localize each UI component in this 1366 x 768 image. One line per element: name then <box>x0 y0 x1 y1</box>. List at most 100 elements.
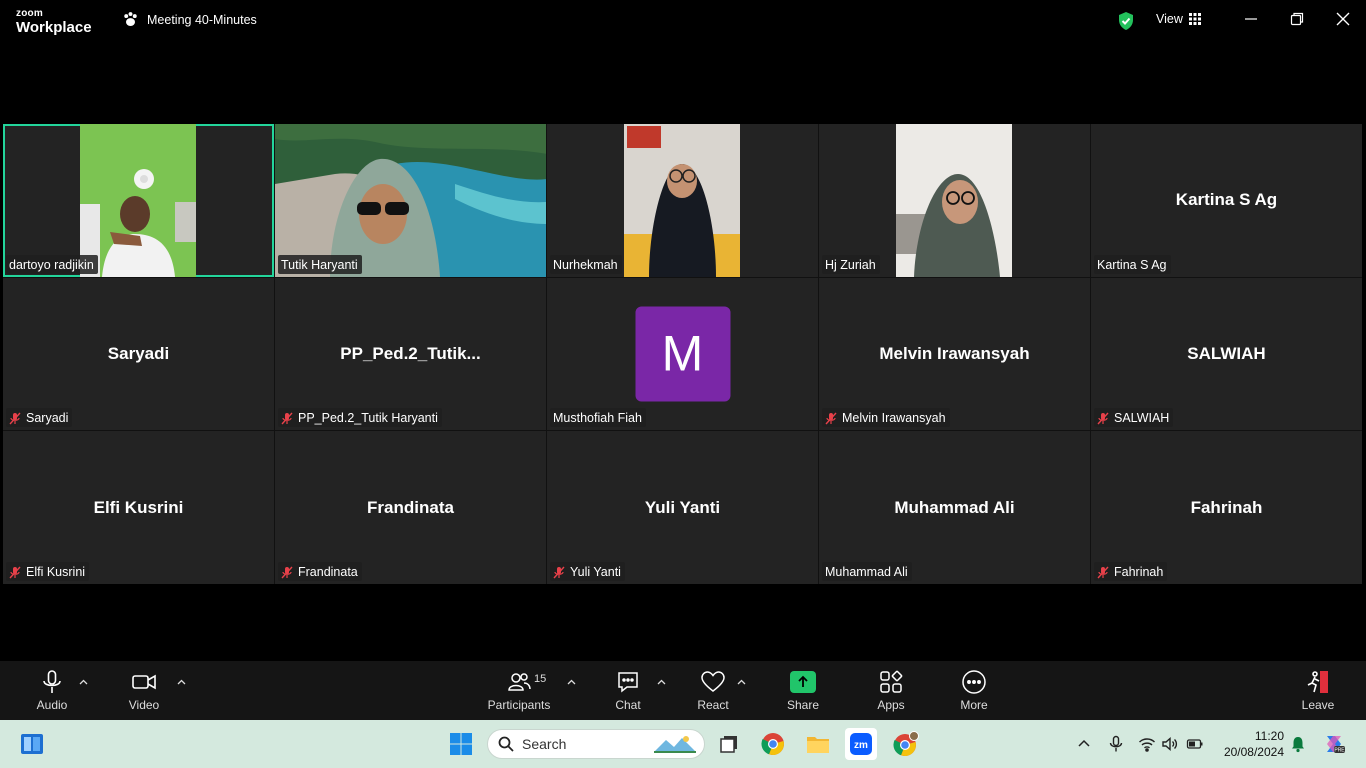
search-icon <box>498 736 514 752</box>
participant-tile[interactable]: M Musthofiah Fiah <box>547 277 818 431</box>
svg-text:zm: zm <box>854 740 868 751</box>
windows-taskbar: Search zm 11:20 20/08/2024 PRE <box>0 720 1366 768</box>
participant-nametag: Melvin Irawansyah <box>822 408 950 428</box>
participant-tile[interactable]: Elfi Kusrini Elfi Kusrini <box>3 431 274 584</box>
chrome-taskbar-button[interactable] <box>757 728 789 760</box>
participant-tile[interactable]: Fahrinah Fahrinah <box>1091 431 1362 584</box>
react-button[interactable]: React <box>681 669 745 712</box>
battery-icon[interactable] <box>1186 735 1204 753</box>
video-options-chevron-icon[interactable] <box>177 678 186 687</box>
video-feed-image <box>896 124 1012 277</box>
chat-button[interactable]: Chat <box>596 669 660 712</box>
apps-label: Apps <box>877 698 905 712</box>
share-button[interactable]: Share <box>771 669 835 712</box>
participant-tile[interactable]: Saryadi Saryadi <box>3 277 274 431</box>
folder-icon <box>807 737 829 753</box>
participant-nametag: Fahrinah <box>1094 562 1168 581</box>
muted-mic-icon <box>281 566 293 578</box>
participant-name: Yuli Yanti <box>570 565 621 579</box>
video-feed-image <box>624 124 740 277</box>
show-hidden-icons-chevron-icon[interactable] <box>1075 735 1093 753</box>
search-highlight-illustration-icon <box>654 736 696 753</box>
clock-date: 20/08/2024 <box>1223 745 1284 759</box>
participant-name: PP_Ped.2_Tutik Haryanti <box>298 411 438 426</box>
participant-video <box>624 124 740 277</box>
participant-tile[interactable]: Hj Zuriah <box>819 124 1090 277</box>
participant-video <box>275 124 546 277</box>
participant-name: Frandinata <box>298 565 358 579</box>
title-bar: zoom Workplace Meeting 40-Minutes View <box>0 0 1366 44</box>
copilot-icon[interactable]: PRE <box>1322 732 1346 756</box>
minimize-icon[interactable] <box>1244 12 1258 26</box>
participant-display-name: SALWIAH <box>1187 343 1266 363</box>
participant-tile[interactable]: Tutik Haryanti <box>275 124 546 277</box>
participant-tile[interactable]: dartoyo radjikin <box>3 124 274 277</box>
notification-bell-icon[interactable] <box>1289 735 1307 753</box>
windows-logo-icon <box>450 733 472 755</box>
participant-nametag: Musthofiah Fiah <box>550 408 646 428</box>
apps-button[interactable]: Apps <box>859 669 923 712</box>
participant-display-name: Saryadi <box>107 343 170 363</box>
chrome-profile-icon <box>893 731 919 757</box>
avatar: M <box>635 306 730 402</box>
audio-button[interactable]: Audio <box>20 669 84 712</box>
react-options-chevron-icon[interactable] <box>737 678 746 687</box>
widgets-button[interactable] <box>16 728 48 760</box>
meeting-toolbar: Audio Video Participants 15 Chat React S… <box>0 661 1366 720</box>
start-button[interactable] <box>445 728 477 760</box>
participant-nametag: Nurhekmah <box>550 254 622 274</box>
participant-nametag: Frandinata <box>278 562 362 581</box>
microphone-tray-icon[interactable] <box>1107 735 1125 753</box>
participant-tile[interactable]: SALWIAH SALWIAH <box>1091 277 1362 431</box>
apps-icon <box>880 670 903 693</box>
meeting-info[interactable]: Meeting 40-Minutes <box>122 11 257 28</box>
chrome-profile-taskbar-button[interactable] <box>890 728 922 760</box>
leave-door-icon <box>1307 671 1328 693</box>
participants-label: Participants <box>487 698 551 712</box>
participant-name: Kartina S Ag <box>1097 257 1167 272</box>
close-icon[interactable] <box>1336 12 1350 26</box>
video-camera-icon <box>132 674 156 690</box>
svg-text:PRE: PRE <box>1334 748 1345 754</box>
logo-text-top: zoom <box>16 8 43 19</box>
participants-options-chevron-icon[interactable] <box>567 678 576 687</box>
chat-label: Chat <box>615 698 641 712</box>
taskbar-search-box[interactable]: Search <box>487 729 705 759</box>
participant-tile[interactable]: Nurhekmah <box>547 124 818 277</box>
audio-label: Audio <box>36 698 68 712</box>
audio-options-chevron-icon[interactable] <box>79 678 88 687</box>
participant-nametag: Hj Zuriah <box>822 254 880 274</box>
restore-icon[interactable] <box>1290 12 1304 26</box>
participant-tile[interactable]: Muhammad Ali Muhammad Ali <box>819 431 1090 584</box>
more-button[interactable]: More <box>942 669 1006 712</box>
participant-name: dartoyo radjikin <box>9 257 94 272</box>
video-feed-image <box>80 124 196 277</box>
task-view-button[interactable] <box>713 728 745 760</box>
file-explorer-button[interactable] <box>802 728 834 760</box>
system-clock[interactable]: 11:20 20/08/2024 <box>1212 728 1284 760</box>
chat-options-chevron-icon[interactable] <box>657 678 666 687</box>
participant-tile[interactable]: PP_Ped.2_Tutik... PP_Ped.2_Tutik Haryant… <box>275 277 546 431</box>
participant-tile[interactable]: Melvin Irawansyah Melvin Irawansyah <box>819 277 1090 431</box>
participant-tile[interactable]: Frandinata Frandinata <box>275 431 546 584</box>
leave-button[interactable]: Leave <box>1286 669 1350 712</box>
wifi-icon[interactable] <box>1138 735 1156 753</box>
participant-name: Fahrinah <box>1114 565 1164 579</box>
participant-display-name: Yuli Yanti <box>644 497 721 517</box>
participant-nametag: Tutik Haryanti <box>278 254 362 274</box>
participant-tile[interactable]: Kartina S Ag Kartina S Ag <box>1091 124 1362 277</box>
encryption-shield-icon[interactable] <box>1117 11 1135 31</box>
more-ellipsis-icon <box>962 670 986 694</box>
zoom-taskbar-button[interactable]: zm <box>845 728 877 760</box>
participant-name: Hj Zuriah <box>825 257 876 272</box>
zoom-workplace-logo: zoom Workplace <box>16 8 92 36</box>
participant-display-name: Kartina S Ag <box>1175 190 1278 210</box>
video-button[interactable]: Video <box>112 669 176 712</box>
view-button[interactable]: View <box>1156 12 1201 26</box>
participant-display-name: Muhammad Ali <box>894 497 1015 517</box>
participant-nametag: Yuli Yanti <box>550 562 625 581</box>
volume-icon[interactable] <box>1161 735 1179 753</box>
participants-icon <box>508 673 531 691</box>
participant-tile[interactable]: Yuli Yanti Yuli Yanti <box>547 431 818 584</box>
participant-nametag: dartoyo radjikin <box>6 254 98 274</box>
